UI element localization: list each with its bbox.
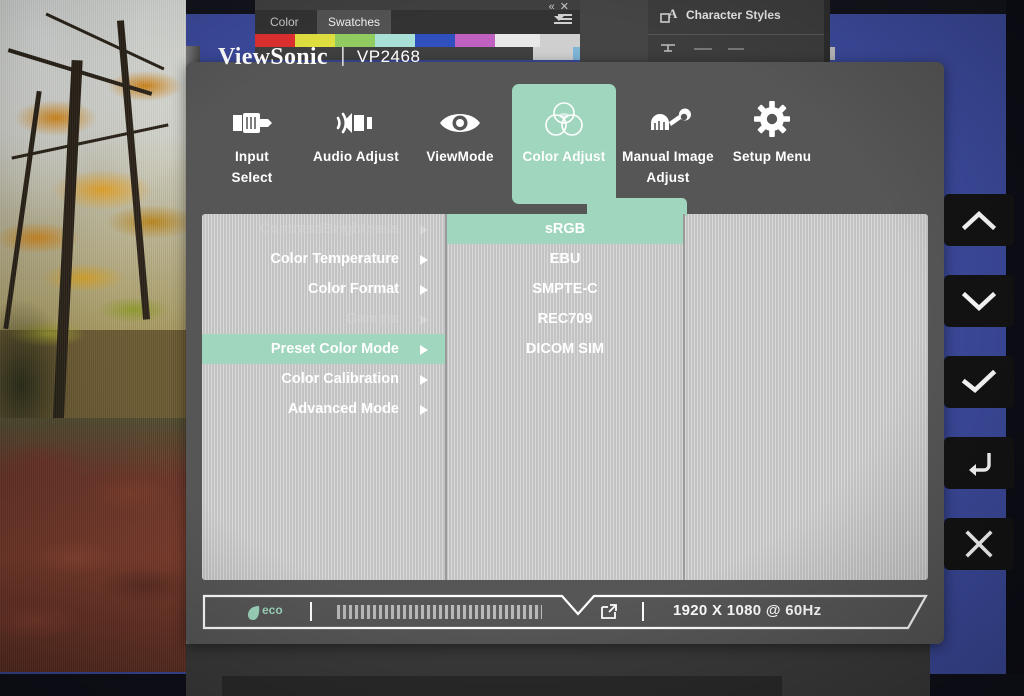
exit-button[interactable] — [944, 518, 1014, 570]
panel-right-edge — [824, 0, 830, 62]
submenu-label: Color Format — [308, 281, 399, 297]
tab-color[interactable]: Color — [259, 10, 310, 34]
column-divider-right — [683, 214, 685, 580]
tab-label: InputSelect — [232, 147, 273, 189]
tab-viewmode[interactable]: ViewMode — [408, 84, 512, 204]
tab-label: Audio Adjust — [313, 147, 399, 168]
submenu-item-gamma[interactable]: Gamma — [202, 304, 445, 334]
brand-separator: | — [340, 45, 345, 68]
down-button[interactable] — [944, 275, 1014, 327]
chevron-right-icon — [420, 285, 428, 295]
status-separator-2 — [642, 602, 644, 621]
option-srgb[interactable]: sRGB — [447, 214, 683, 244]
tab-color-adjust[interactable]: Color Adjust — [512, 84, 616, 204]
below-osd-area-dark — [222, 676, 782, 696]
tab-input-select[interactable]: InputSelect — [200, 84, 304, 204]
brand-name: ViewSonic — [218, 44, 328, 70]
submenu-list: Contrast/Brightness Color Temperature Co… — [202, 214, 445, 580]
tab-label: Setup Menu — [733, 147, 812, 168]
video-input-icon — [229, 90, 275, 140]
chevron-right-icon — [420, 345, 428, 355]
confirm-button[interactable] — [944, 356, 1014, 408]
chevron-right-icon — [420, 375, 428, 385]
chevron-down-icon — [962, 290, 996, 312]
tab-audio-adjust[interactable]: Audio Adjust — [304, 84, 408, 204]
chevron-right-icon — [420, 225, 428, 235]
back-button[interactable] — [944, 437, 1014, 489]
panel-window-buttons[interactable]: «✕ — [549, 0, 574, 12]
chevron-up-icon — [962, 209, 996, 231]
osd-content-panel: Contrast/Brightness Color Temperature Co… — [202, 214, 928, 580]
chevron-down-icon — [554, 16, 564, 21]
screenshot-root: Color Swatches «✕ — [0, 0, 1024, 696]
submenu-label: Contrast/Brightness — [260, 221, 399, 237]
option-ebu[interactable]: EBU — [447, 244, 683, 274]
submenu-label: Color Calibration — [281, 371, 399, 387]
panel-title: Character Styles — [686, 8, 781, 22]
gear-icon — [750, 90, 794, 140]
options-tab-nub — [587, 198, 687, 216]
option-dicom-sim[interactable]: DICOM SIM — [447, 334, 683, 364]
option-rec709[interactable]: REC709 — [447, 304, 683, 334]
chevron-right-icon — [420, 315, 428, 325]
osd-tab-bar: InputSelect Audio Adjust — [200, 84, 930, 204]
submenu-item-color-format[interactable]: Color Format — [202, 274, 445, 304]
return-arrow-icon — [963, 450, 995, 476]
model-name: VP2468 — [357, 47, 421, 66]
submenu-item-color-temperature[interactable]: Color Temperature — [202, 244, 445, 274]
submenu-item-preset-color-mode[interactable]: Preset Color Mode — [202, 334, 445, 364]
monitor-brand: ViewSonic | VP2468 — [218, 44, 420, 74]
submenu-item-color-calibration[interactable]: Color Calibration — [202, 364, 445, 394]
photoshop-character-styles-panel: A Character Styles — [648, 0, 824, 62]
eco-leaf-icon — [246, 604, 262, 621]
speaker-icon — [330, 90, 382, 140]
chevron-right-icon — [420, 255, 428, 265]
status-separator — [310, 602, 312, 621]
submenu-item-contrast-brightness[interactable]: Contrast/Brightness — [202, 214, 445, 244]
submenu-label: Preset Color Mode — [271, 341, 399, 357]
eye-icon — [437, 90, 483, 140]
wrench-icon — [643, 90, 693, 140]
color-circles-icon — [541, 90, 587, 140]
panel-divider — [648, 34, 824, 35]
osd-status-bar: eco 1920 X 1080 @ 60Hz — [202, 592, 928, 632]
eco-label: eco — [262, 603, 283, 617]
chevron-right-icon — [420, 405, 428, 415]
tab-manual-image-adjust[interactable]: Manual ImageAdjust — [616, 84, 720, 204]
resolution-label: 1920 X 1080 @ 60Hz — [673, 602, 821, 619]
external-display-icon — [600, 603, 618, 620]
panel-row — [658, 42, 808, 56]
eco-level-gauge — [337, 605, 542, 619]
tab-label: Manual ImageAdjust — [622, 147, 714, 189]
tab-label: Color Adjust — [523, 147, 606, 168]
osd-hardware-buttons — [944, 194, 1014, 599]
tab-swatches[interactable]: Swatches — [317, 10, 391, 34]
up-button[interactable] — [944, 194, 1014, 246]
option-smpte-c[interactable]: SMPTE-C — [447, 274, 683, 304]
options-list: sRGB EBU SMPTE-C REC709 DICOM SIM — [447, 214, 683, 580]
check-icon — [961, 370, 997, 394]
character-styles-icon: A — [660, 6, 682, 26]
photo-pixel-grain — [0, 0, 186, 672]
tab-setup-menu[interactable]: Setup Menu — [720, 84, 824, 204]
panel-menu-icon[interactable] — [554, 14, 572, 26]
submenu-label: Color Temperature — [270, 251, 399, 267]
panel-gap — [580, 0, 648, 62]
osd-window: ViewSonic | VP2468 InputSelect — [186, 62, 944, 644]
close-x-icon — [964, 529, 994, 559]
submenu-label: Advanced Mode — [288, 401, 399, 417]
tab-label: ViewMode — [426, 147, 493, 168]
autumn-forest-photo — [0, 0, 186, 672]
submenu-label: Gamma — [346, 311, 399, 327]
submenu-item-advanced-mode[interactable]: Advanced Mode — [202, 394, 445, 424]
